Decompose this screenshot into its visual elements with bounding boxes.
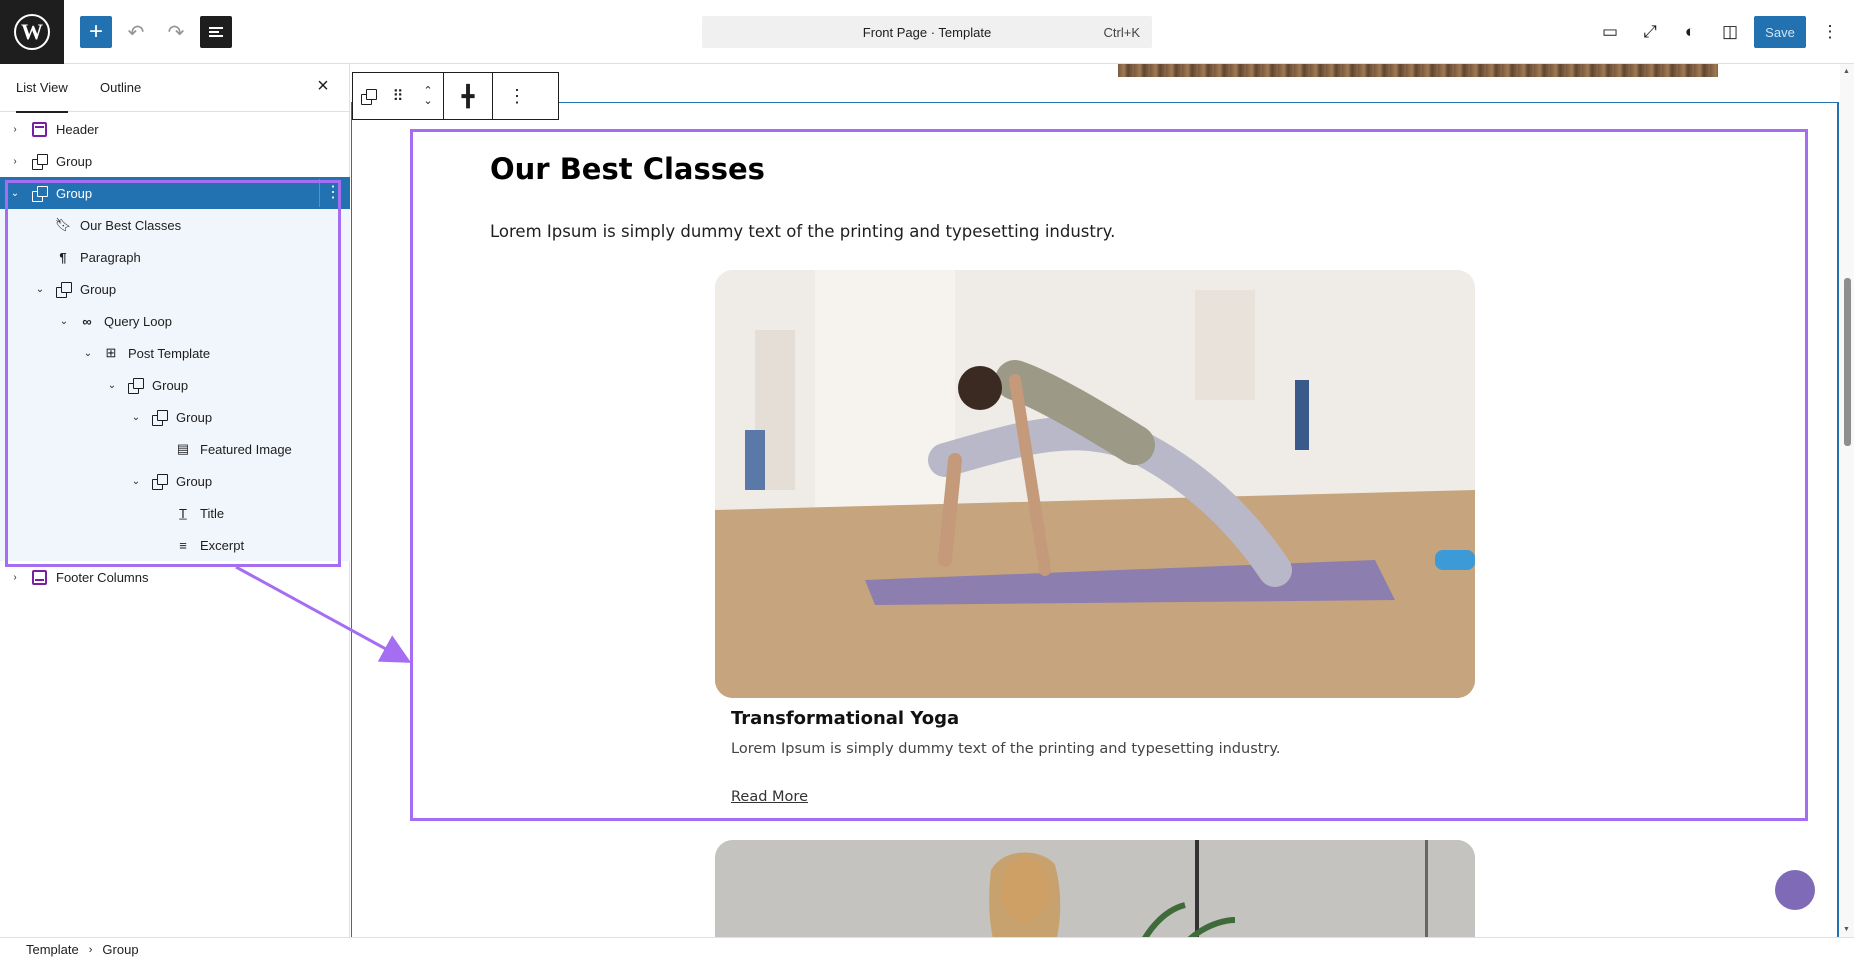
canvas-scrollbar[interactable]: ▲ ▼ xyxy=(1840,64,1854,937)
undo-button[interactable]: ↶ xyxy=(120,16,152,48)
wordpress-logo-icon: W xyxy=(14,14,50,50)
options-menu-button[interactable]: ⋮ xyxy=(1814,16,1846,48)
yoga-photo-2 xyxy=(715,840,1475,937)
editor-canvas: ⠿ ⌃ ⌄ ╋ ⋮ Our Best Classes Lorem Ipsum is… xyxy=(351,64,1854,937)
tree-item-label: Footer Columns xyxy=(56,569,149,585)
settings-sidebar-button[interactable]: ◫ xyxy=(1714,16,1746,48)
toolbar-move-group: ⠿ ⌃ ⌄ xyxy=(353,73,444,119)
more-vertical-icon[interactable]: ⋮ xyxy=(493,73,541,119)
sidebar-icon: ◫ xyxy=(1721,22,1739,41)
editor-header: W + ↶ ↷ Front Page · Template Ctrl+K ▭ ⤢… xyxy=(0,0,1854,64)
scroll-down-icon[interactable]: ▼ xyxy=(1843,926,1850,933)
header-icon xyxy=(30,120,48,138)
document-title: Front Page · Template xyxy=(862,24,992,40)
block-toolbar: ⠿ ⌃ ⌄ ╋ ⋮ xyxy=(352,72,559,120)
scrollbar-thumb[interactable] xyxy=(1844,278,1851,446)
tree-item-label: Group xyxy=(56,153,93,169)
add-block-button[interactable]: + xyxy=(80,16,112,48)
yoga-photo xyxy=(715,270,1475,698)
chevron-right-icon[interactable]: › xyxy=(8,156,22,167)
chevron-right-icon[interactable]: › xyxy=(8,572,22,583)
chevron-right-icon: › xyxy=(88,943,93,956)
previous-section-image xyxy=(1118,64,1718,77)
list-view-icon xyxy=(209,25,223,39)
group-icon xyxy=(30,152,48,170)
breadcrumb-item[interactable]: Template xyxy=(26,942,79,957)
wordpress-logo-button[interactable]: W xyxy=(0,0,64,64)
chevron-right-icon[interactable]: › xyxy=(8,124,22,135)
tab-outline[interactable]: Outline xyxy=(100,64,141,112)
command-palette-bar[interactable]: Front Page · Template Ctrl+K xyxy=(702,16,1152,48)
post-excerpt: Lorem Ipsum is simply dummy text of the … xyxy=(731,741,1281,757)
tree-highlight-box xyxy=(5,180,341,567)
sidebar-tabs: List View Outline × xyxy=(0,64,349,113)
tab-list-view[interactable]: List View xyxy=(16,64,68,113)
shortcut-hint: Ctrl+K xyxy=(1103,24,1140,40)
tree-item-header[interactable]: › Header xyxy=(0,113,350,145)
drag-handle-icon[interactable]: ⠿ xyxy=(383,73,413,119)
move-up-down-icon[interactable]: ⌃ ⌄ xyxy=(413,73,443,119)
toolbar-options-group: ⋮ xyxy=(493,73,541,119)
featured-image-next xyxy=(715,840,1475,937)
more-vertical-icon: ⋮ xyxy=(1821,22,1839,41)
expand-icon: ⤢ xyxy=(1643,22,1657,41)
read-more-link[interactable]: Read More xyxy=(731,789,808,805)
desktop-icon: ▭ xyxy=(1601,22,1619,41)
scroll-up-icon[interactable]: ▲ xyxy=(1843,68,1850,75)
close-icon[interactable]: × xyxy=(311,74,335,98)
post-title[interactable]: Transformational Yoga xyxy=(731,708,959,729)
group-block-icon[interactable] xyxy=(353,73,383,119)
breadcrumb-item[interactable]: Group xyxy=(102,942,138,957)
toolbar-align-group: ╋ xyxy=(444,73,493,119)
floating-action-button[interactable] xyxy=(1775,870,1815,910)
styles-button[interactable]: ◐ xyxy=(1674,16,1706,48)
desktop-preview-button[interactable]: ▭ xyxy=(1594,16,1626,48)
zoom-out-button[interactable]: ⤢ xyxy=(1634,16,1666,48)
save-button[interactable]: Save xyxy=(1754,16,1806,48)
featured-image xyxy=(715,270,1475,698)
section-heading: Our Best Classes xyxy=(490,152,765,186)
tree-item-group[interactable]: › Group xyxy=(0,145,350,177)
redo-button[interactable]: ↷ xyxy=(160,16,192,48)
block-breadcrumb: Template › Group xyxy=(0,937,1854,961)
footer-icon xyxy=(30,568,48,586)
document-overview-button[interactable] xyxy=(200,16,232,48)
tree-item-label: Header xyxy=(56,121,99,137)
justify-icon[interactable]: ╋ xyxy=(444,73,492,119)
contrast-icon: ◐ xyxy=(1684,22,1696,41)
section-paragraph: Lorem Ipsum is simply dummy text of the … xyxy=(490,222,1116,241)
